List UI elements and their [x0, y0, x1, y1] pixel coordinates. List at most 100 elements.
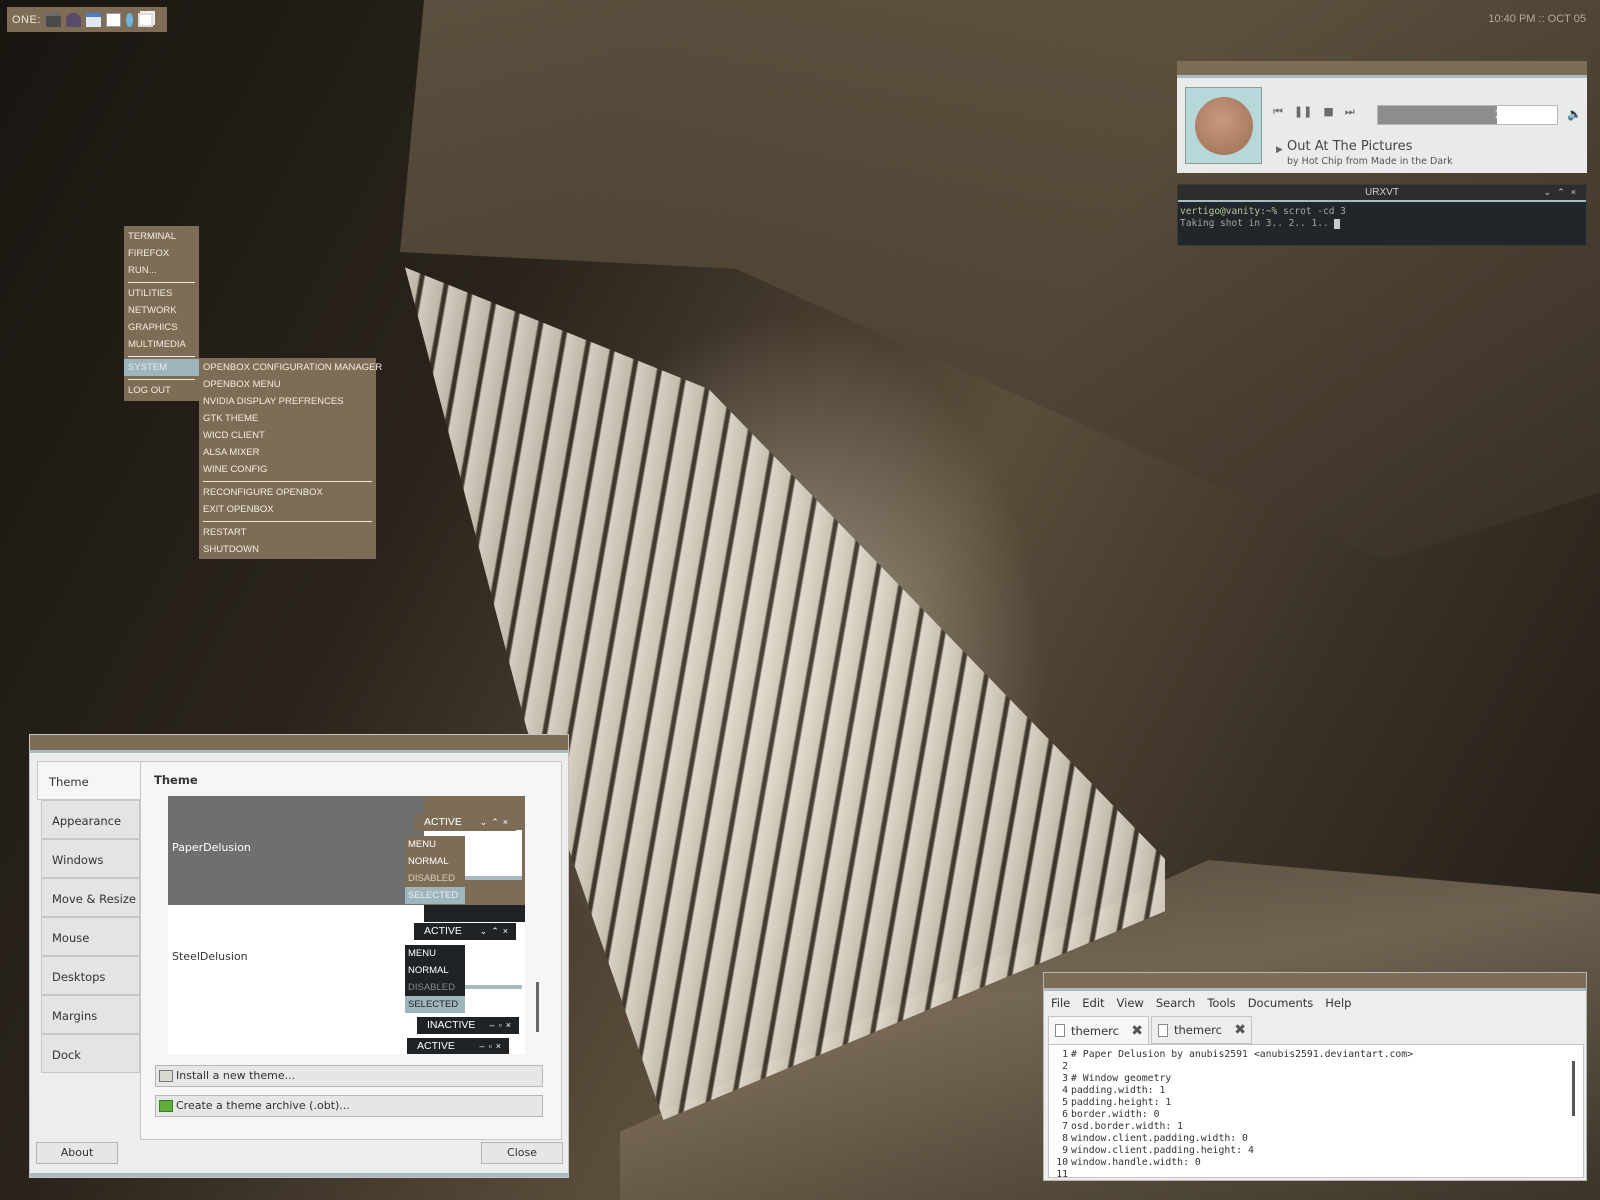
menu-item-multimedia[interactable]: MULTIMEDIA [124, 336, 199, 353]
menu-item-alsa-mixer[interactable]: ALSA MIXER [199, 444, 376, 461]
tab-theme[interactable]: Theme [37, 761, 140, 800]
pause-icon[interactable]: ❚❚ [1294, 105, 1312, 119]
tab-windows[interactable]: Windows [41, 839, 140, 878]
close-tab-icon[interactable]: ✖ [1131, 1023, 1143, 1039]
terminal-output[interactable]: vertigo@vanity:~% scrot -cd 3 Taking sho… [1178, 202, 1586, 234]
menu-view[interactable]: View [1117, 996, 1144, 1010]
close-icon[interactable]: × [1571, 187, 1582, 197]
window-icon[interactable] [85, 12, 101, 27]
theme-row-steeldelusion[interactable]: SteelDelusion ACTIVE ⌄⌃× MENU NORMAL DISA… [168, 905, 525, 1054]
preview-active-titlebar: ACTIVE ⌄⌃× [414, 923, 516, 940]
menu-help[interactable]: Help [1325, 996, 1351, 1010]
menu-edit[interactable]: Edit [1082, 996, 1104, 1010]
menu-item-reconfigure-openbox[interactable]: RECONFIGURE OPENBOX [199, 484, 376, 501]
create-archive-button[interactable]: Create a theme archive (.obt)... [155, 1095, 543, 1117]
menu-item-openbox-configuration-manager[interactable]: OPENBOX CONFIGURATION MANAGER [199, 359, 382, 376]
next-icon[interactable]: ⏭ [1345, 105, 1355, 119]
window-titlebar[interactable] [30, 735, 568, 750]
code-line: 7 osd.border.width: 1 [1049, 1121, 1583, 1133]
menu-item-run[interactable]: RUN... [124, 262, 199, 279]
theme-name: PaperDelusion [172, 841, 251, 854]
clock: 10:40 PM :: OCT 05 [1488, 13, 1586, 25]
install-theme-button[interactable]: Install a new theme... [155, 1065, 543, 1087]
document-tab[interactable]: themerc ✖ [1151, 1016, 1252, 1044]
document-tab[interactable]: themerc ✖ [1048, 1016, 1149, 1044]
menu-item-network[interactable]: NETWORK [124, 302, 199, 319]
preview-menu-selected: SELECTED [405, 887, 465, 904]
menu-tools[interactable]: Tools [1207, 996, 1235, 1010]
line-number: 6 [1062, 1109, 1068, 1120]
menu-item-terminal[interactable]: TERMINAL [124, 228, 199, 245]
menu-item-utilities[interactable]: UTILITIES [124, 285, 199, 302]
minimize-icon[interactable]: ⌄ [1544, 187, 1558, 197]
menu-item-graphics[interactable]: GRAPHICS [124, 319, 199, 336]
menu-item-restart[interactable]: RESTART [199, 524, 376, 541]
drop-icon[interactable] [125, 12, 133, 27]
preview-window-buttons: ⌄⌃× [479, 817, 512, 827]
menu-item-exit-openbox[interactable]: EXIT OPENBOX [199, 501, 376, 518]
menu-item-firefox[interactable]: FIREFOX [124, 245, 199, 262]
track-title: Out At The Pictures [1287, 139, 1413, 154]
previous-icon[interactable]: ⏮ [1273, 105, 1283, 119]
tab-desktops[interactable]: Desktops [41, 956, 140, 995]
menu-item-nvidia-display-preferences[interactable]: NVIDIA DISPLAY PREFRENCES [199, 393, 376, 410]
terminal-titlebar[interactable]: URXVT ⌄⌃× [1178, 185, 1586, 200]
stop-icon[interactable]: ■ [1323, 105, 1333, 119]
volume-icon[interactable]: 🔈 [1567, 107, 1582, 121]
menu-item-wine-config[interactable]: WINE CONFIG [199, 461, 376, 478]
music-player: ⏮ ❚❚ ■ ⏭ 2:57 / 4:26 🔈 ▶ Out At The Pict… [1177, 61, 1587, 173]
tab-appearance[interactable]: Appearance [41, 800, 140, 839]
menu-item-log-out[interactable]: LOG OUT [124, 382, 199, 399]
theme-list[interactable]: PaperDelusion ACTIVE ⌄⌃× MENU NORMAL DISA… [168, 796, 525, 1054]
code-scrollbar[interactable] [1572, 1061, 1575, 1116]
window-accent-bottom [30, 1173, 568, 1177]
about-button[interactable]: About [36, 1142, 118, 1164]
code-line: 8 window.client.padding.width: 0 [1049, 1133, 1583, 1145]
close-tab-icon[interactable]: ✖ [1234, 1022, 1246, 1038]
close-button[interactable]: Close [481, 1142, 563, 1164]
folder-icon[interactable] [45, 12, 61, 27]
menu-search[interactable]: Search [1156, 996, 1196, 1010]
code-line: 10 window.handle.width: 0 [1049, 1157, 1583, 1169]
system-submenu: OPENBOX CONFIGURATION MANAGER OPENBOX ME… [199, 358, 382, 559]
code-view[interactable]: 1 # Paper Delusion by anubis2591 <anubis2… [1048, 1044, 1584, 1178]
menu-documents[interactable]: Documents [1248, 996, 1314, 1010]
menu-item-openbox-menu[interactable]: OPENBOX MENU [199, 376, 376, 393]
tab-margins[interactable]: Margins [41, 995, 140, 1034]
maximize-icon[interactable]: ⌃ [1557, 187, 1571, 197]
menu-item-shutdown[interactable]: SHUTDOWN [199, 541, 376, 558]
preview-menu-normal: NORMAL [405, 853, 465, 870]
root-menu: TERMINAL FIREFOX RUN... UTILITIES NETWOR… [124, 226, 199, 401]
terminal-title: URXVT [1365, 187, 1399, 198]
menu-separator [124, 279, 199, 285]
menu-item-gtk-theme[interactable]: GTK THEME [199, 410, 376, 427]
line-number: 4 [1062, 1085, 1068, 1096]
line-text: padding.height: 1 [1071, 1097, 1172, 1108]
desktop-icon[interactable] [137, 12, 153, 27]
progress-bar[interactable]: 2:57 / 4:26 [1377, 105, 1558, 125]
line-number: 10 [1056, 1157, 1068, 1168]
notes-icon[interactable] [105, 12, 121, 27]
menu-item-wicd-client[interactable]: WICD CLIENT [199, 427, 376, 444]
preview-menu-title: MENU [405, 836, 465, 853]
install-icon [159, 1070, 173, 1082]
menu-item-system[interactable]: SYSTEM [124, 359, 199, 376]
workspace-label[interactable]: ONE: [12, 14, 41, 26]
theme-page: Theme PaperDelusion ACTIVE ⌄⌃× MENU NORMA… [140, 761, 562, 1140]
tab-dock[interactable]: Dock [41, 1034, 140, 1073]
code-line: 4 padding.width: 1 [1049, 1085, 1583, 1097]
theme-row-paperdelusion[interactable]: PaperDelusion ACTIVE ⌄⌃× MENU NORMAL DISA… [168, 796, 525, 905]
menu-file[interactable]: File [1051, 996, 1070, 1010]
preview-menu-normal: NORMAL [405, 962, 465, 979]
tab-mouse[interactable]: Mouse [41, 917, 140, 956]
code-line: 3 # Window geometry [1049, 1073, 1583, 1085]
album-art-disc [1194, 96, 1253, 155]
ghost-icon[interactable] [65, 12, 81, 27]
window-titlebar[interactable] [1044, 973, 1586, 988]
tab-move-resize[interactable]: Move & Resize [41, 878, 140, 917]
expand-icon[interactable]: ▶ [1276, 145, 1283, 155]
openbox-configuration-window: Theme Appearance Windows Move & Resize M… [29, 734, 569, 1178]
workspace-panel: ONE: [7, 7, 167, 32]
line-text: window.client.padding.width: 0 [1071, 1133, 1248, 1144]
theme-list-scrollbar[interactable] [536, 982, 539, 1032]
